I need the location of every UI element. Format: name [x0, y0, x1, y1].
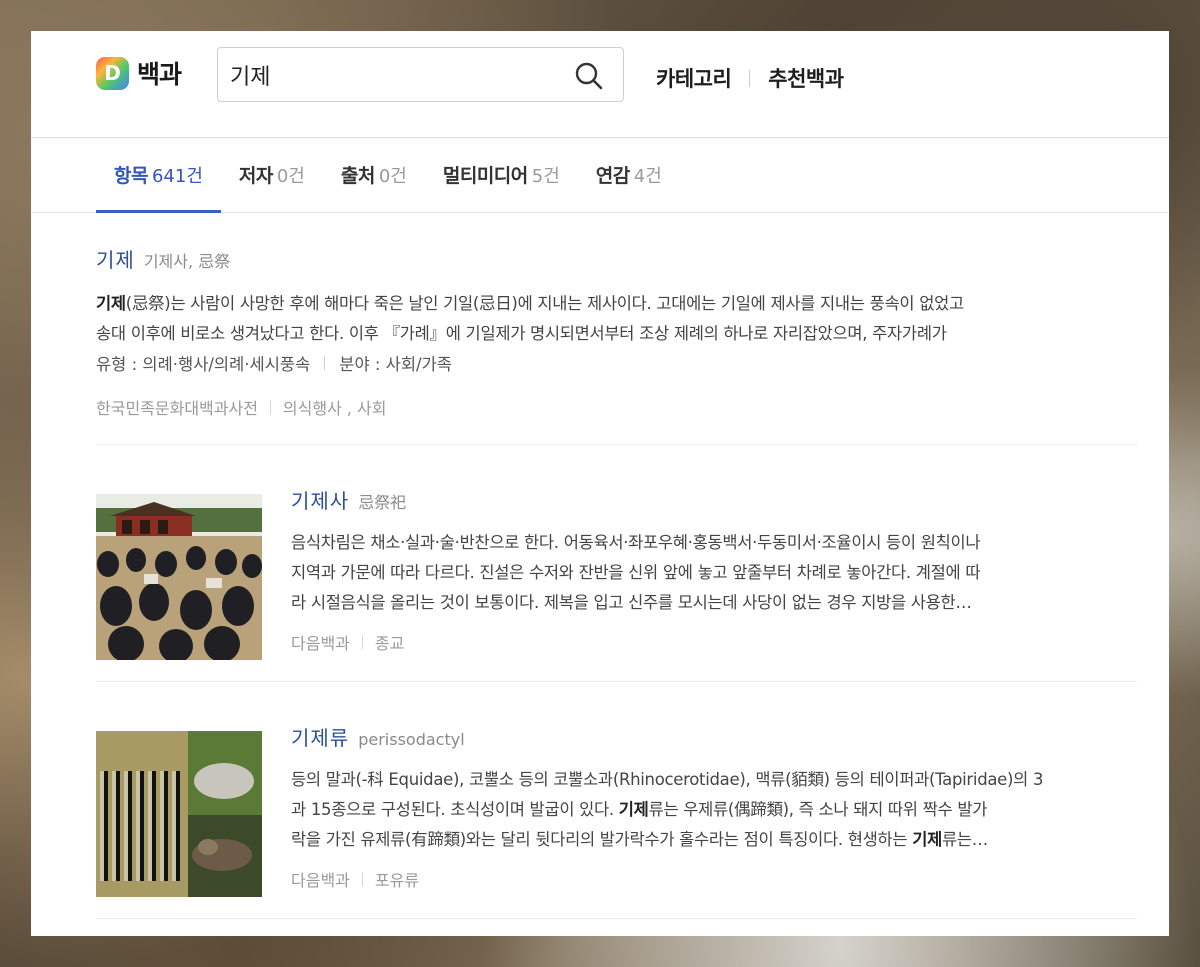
desc-line: 기제(忌祭)는 사람이 사망한 후에 해마다 죽은 날인 기일(忌日)에 지내는… [96, 289, 1137, 319]
encyclopedia-panel: D 백과 카테고리 추천백과 항목 641건 저자 0건 [31, 31, 1169, 936]
tab-count: 5건 [531, 165, 560, 187]
keyword-highlight: 기제 [912, 830, 942, 849]
result-description[interactable]: 등의 말과(-科 Equidae), 코뿔소 등의 코뿔소과(Rhinocero… [291, 765, 1111, 855]
result-title-row: 기제 기제사, 忌祭 [96, 244, 1137, 273]
desc-text: (忌祭)는 사람이 사망한 후에 해마다 죽은 날인 기일(忌日)에 지내는 제… [125, 294, 964, 313]
keyword-highlight: 기제 [96, 294, 126, 313]
result-title-link[interactable]: 기제 [96, 244, 135, 273]
tab-label: 멀티미디어 [442, 165, 528, 187]
tab-count: 0건 [378, 165, 407, 187]
result-description[interactable]: 기제(忌祭)는 사람이 사망한 후에 해마다 죽은 날인 기일(忌日)에 지내는… [96, 289, 1137, 349]
category-link[interactable]: 의식행사 , 사회 [283, 395, 387, 419]
daum-encyclopedia-logo[interactable]: D 백과 [96, 55, 182, 91]
desc-text: 류는 우제류(偶蹄類), 즉 소나 돼지 따위 짝수 발가 [648, 800, 988, 819]
search-icon [575, 62, 603, 90]
tab-count: 4건 [633, 165, 662, 187]
source-divider [361, 635, 363, 649]
result-item: 기제류 perissodactyl 등의 말과(-科 Equidae), 코뿔소… [96, 682, 1137, 919]
daum-logo-icon: D [96, 56, 129, 90]
ancestral-rite-thumbnail[interactable] [96, 494, 262, 660]
result-description[interactable]: 음식차림은 채소·실과·술·반찬으로 한다. 어동육서·좌포우혜·홍동백서·두동… [291, 528, 1111, 618]
search-button[interactable] [573, 60, 605, 92]
thumbnail-image [96, 494, 262, 660]
tab-label: 저자 [238, 165, 273, 187]
desc-line: 과 15종으로 구성된다. 초식성이며 발굽이 있다. 기제류는 우제류(偶蹄類… [291, 795, 1111, 825]
desc-text: 류는… [941, 830, 988, 849]
source-link[interactable]: 다음백과 [291, 630, 350, 654]
result-item: 기제사 忌祭祀 음식차림은 채소·실과·술·반찬으로 한다. 어동육서·좌포우혜… [96, 445, 1137, 682]
header: D 백과 카테고리 추천백과 [31, 31, 1169, 138]
result-title-row: 기제류 perissodactyl [291, 722, 1111, 751]
result-source: 다음백과 종교 [291, 630, 1111, 654]
nav-category[interactable]: 카테고리 [656, 63, 732, 93]
result-subtitle: 기제사, 忌祭 [143, 252, 231, 271]
result-source: 한국민족문화대백과사전 의식행사 , 사회 [96, 395, 1137, 419]
category-link[interactable]: 종교 [375, 630, 404, 654]
keyword-highlight: 기제 [618, 800, 649, 819]
result-body: 기제사 忌祭祀 음식차림은 채소·실과·술·반찬으로 한다. 어동육서·좌포우혜… [291, 485, 1111, 681]
result-item: 기제 기제사, 忌祭 기제(忌祭)는 사람이 사망한 후에 해마다 죽은 날인 … [96, 213, 1137, 445]
tab-label: 출처 [340, 165, 375, 187]
tab-label: 연감 [595, 165, 630, 187]
tab-multimedia[interactable]: 멀티미디어 5건 [425, 137, 578, 212]
category-link[interactable]: 포유류 [375, 867, 419, 891]
result-subtitle: perissodactyl [358, 730, 465, 749]
result-body: 기제류 perissodactyl 등의 말과(-科 Equidae), 코뿔소… [291, 722, 1111, 918]
search-input[interactable] [218, 48, 548, 101]
nav-recommended[interactable]: 추천백과 [768, 63, 844, 93]
desc-line: 지역과 가문에 따라 다르다. 진설은 수저와 잔반을 신위 앞에 놓고 앞줄부… [291, 563, 981, 582]
top-nav: 카테고리 추천백과 [656, 63, 844, 93]
search-box [217, 47, 624, 102]
desc-line: 음식차림은 채소·실과·술·반찬으로 한다. 어동육서·좌포우혜·홍동백서·두동… [291, 533, 981, 552]
desc-text: 락을 가진 유제류(有蹄類)와는 달리 뒷다리의 발가락수가 홀수라는 점이 특… [291, 830, 913, 849]
result-title-link[interactable]: 기제류 [291, 722, 349, 751]
meta-field: 분야 : 사회/가족 [339, 355, 452, 374]
source-link[interactable]: 다음백과 [291, 867, 350, 891]
tab-authors[interactable]: 저자 0건 [221, 137, 323, 212]
source-divider [269, 400, 271, 414]
tab-items[interactable]: 항목 641건 [96, 137, 221, 213]
meta-type: 유형 : 의례·행사/의례·세시풍속 [96, 355, 311, 374]
result-title-row: 기제사 忌祭祀 [291, 485, 1111, 514]
result-meta: 유형 : 의례·행사/의례·세시풍속 분야 : 사회/가족 [96, 351, 1137, 375]
nav-divider [749, 69, 751, 87]
perissodactyl-thumbnail[interactable] [96, 731, 262, 897]
result-list: 기제 기제사, 忌祭 기제(忌祭)는 사람이 사망한 후에 해마다 죽은 날인 … [31, 213, 1169, 919]
tab-count: 641건 [151, 165, 203, 187]
result-title-link[interactable]: 기제사 [291, 485, 349, 514]
result-source: 다음백과 포유류 [291, 867, 1111, 891]
meta-divider [324, 356, 326, 370]
tab-label: 항목 [114, 165, 148, 187]
desc-line: 송대 이후에 비로소 생겨났다고 한다. 이후 『가례』에 기일제가 명시되면서… [96, 324, 947, 343]
desc-line: 등의 말과(-科 Equidae), 코뿔소 등의 코뿔소과(Rhinocero… [291, 770, 1044, 789]
result-subtitle: 忌祭祀 [358, 493, 407, 512]
result-tabs: 항목 641건 저자 0건 출처 0건 멀티미디어 5건 연감 4건 [31, 138, 1169, 213]
desc-line: 라 시절음식을 올리는 것이 보통이다. 제복을 입고 신주를 모시는데 사당이… [291, 593, 972, 612]
tab-yearbook[interactable]: 연감 4건 [578, 137, 680, 212]
tab-sources[interactable]: 출처 0건 [323, 137, 425, 212]
desc-line: 락을 가진 유제류(有蹄類)와는 달리 뒷다리의 발가락수가 홀수라는 점이 특… [291, 825, 1111, 855]
source-divider [361, 872, 363, 886]
thumbnail-image [96, 731, 262, 897]
tab-count: 0건 [276, 165, 305, 187]
source-link[interactable]: 한국민족문화대백과사전 [96, 395, 258, 419]
desc-text: 과 15종으로 구성된다. 초식성이며 발굽이 있다. [291, 800, 619, 819]
logo-text: 백과 [137, 60, 182, 89]
